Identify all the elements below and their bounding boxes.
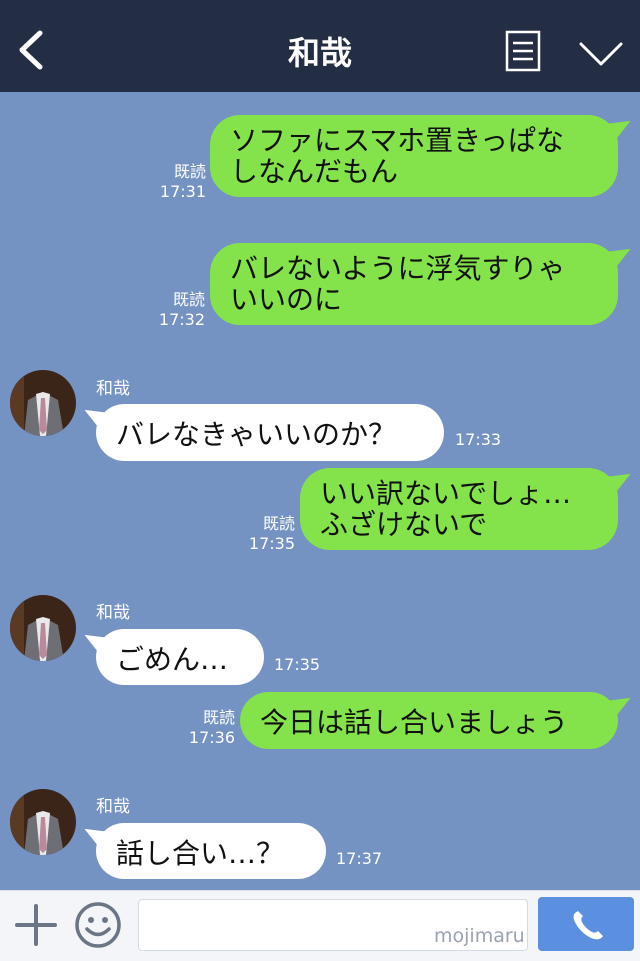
message-text-line: いい訳ないでしょ…: [320, 477, 572, 510]
message-time: 17:32: [158, 310, 205, 329]
message-text: ごめん…: [116, 643, 229, 676]
their-message-bubble[interactable]: 話し合い…？: [96, 823, 326, 879]
read-receipt: 既読 17:32: [155, 290, 205, 330]
phone-icon: [573, 911, 603, 940]
read-label: 既読: [172, 290, 205, 309]
message-list[interactable]: 既読 17:31 ソファにスマホ置きっぱな しなんだもん 既読 17:32 バレ…: [0, 92, 640, 890]
message-time: 17:33: [455, 430, 502, 449]
chat-header: 和哉: [0, 0, 640, 92]
read-label: 既読: [173, 162, 206, 181]
message-text-line: ふざけないで: [320, 508, 488, 541]
chat-title: 和哉: [287, 34, 352, 72]
menu-list-icon[interactable]: [505, 30, 541, 72]
avatar[interactable]: [10, 595, 76, 661]
my-message-bubble[interactable]: バレないように浮気すりゃ いいのに: [210, 243, 618, 325]
read-receipt: 既読 17:35: [245, 514, 295, 554]
plus-icon[interactable]: [14, 903, 58, 947]
message-text-line: しなんだもん: [230, 155, 399, 188]
their-message-bubble[interactable]: バレなきゃいいのか？: [96, 404, 444, 461]
their-message-bubble[interactable]: ごめん…: [96, 629, 264, 685]
smiley-icon[interactable]: [74, 901, 122, 949]
sender-name: 和哉: [96, 797, 130, 817]
avatar-suit-image: [10, 595, 76, 661]
message-text: 今日は話し合いましょう: [260, 706, 569, 739]
message-text-line: バレないように浮気すりゃ: [230, 252, 566, 285]
message-text-line: ソファにスマホ置きっぱな: [230, 124, 565, 157]
message-time: 17:31: [159, 182, 206, 201]
call-button[interactable]: [538, 897, 634, 951]
input-bar: mojimaru: [0, 890, 640, 961]
message-time: 17:37: [336, 849, 383, 868]
sender-name: 和哉: [96, 379, 130, 399]
avatar-suit-image: [10, 370, 76, 436]
avatar[interactable]: [10, 370, 76, 436]
my-message-bubble[interactable]: 今日は話し合いましょう: [240, 692, 618, 749]
read-label: 既読: [202, 708, 235, 727]
message-text-line: いいのに: [230, 283, 343, 316]
sender-name: 和哉: [96, 603, 130, 623]
message-time: 17:36: [188, 728, 235, 747]
read-receipt: 既読 17:36: [185, 708, 235, 748]
watermark-text: mojimaru: [434, 925, 525, 947]
message-text: 話し合い…？: [116, 837, 285, 870]
read-label: 既読: [262, 514, 295, 533]
message-text: バレなきゃいいのか？: [116, 418, 397, 451]
avatar[interactable]: [10, 789, 76, 855]
chevron-down-icon[interactable]: [578, 40, 624, 68]
message-time: 17:35: [248, 534, 295, 553]
my-message-bubble[interactable]: ソファにスマホ置きっぱな しなんだもん: [210, 115, 618, 197]
avatar-suit-image: [10, 789, 76, 855]
my-message-bubble[interactable]: いい訳ないでしょ… ふざけないで: [300, 468, 618, 550]
message-time: 17:35: [274, 655, 321, 674]
read-receipt: 既読 17:31: [156, 162, 206, 202]
